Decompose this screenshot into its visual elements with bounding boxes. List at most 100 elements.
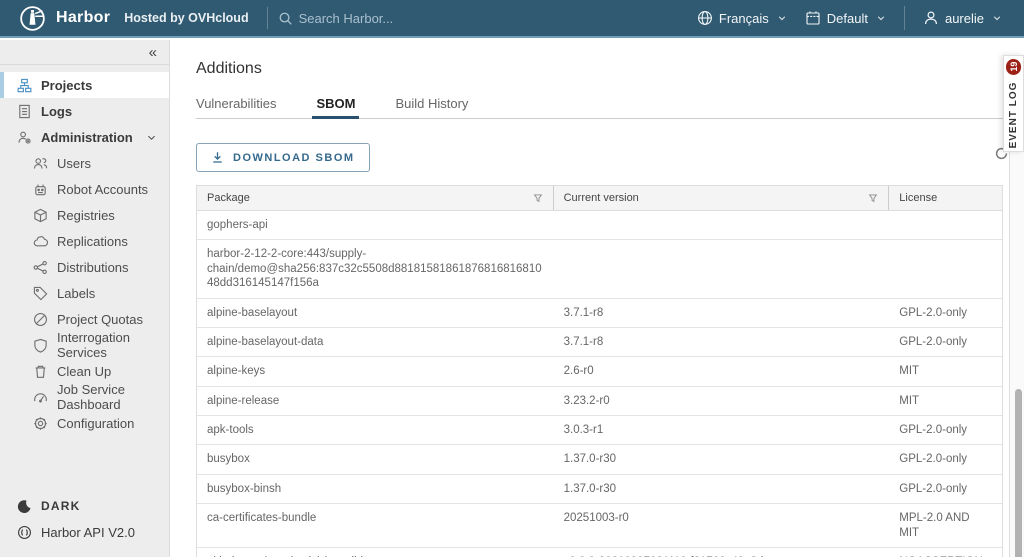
header-divider [904, 6, 905, 30]
sidebar-subitem[interactable]: Interrogation Services [0, 332, 169, 358]
sidebar-subitem-label: Replications [57, 234, 128, 249]
tag-icon [33, 286, 48, 301]
tab[interactable]: Vulnerabilities [196, 92, 276, 118]
chevron-down-icon [777, 13, 787, 23]
sidebar-subitem-label: Clean Up [57, 364, 111, 379]
table-body: gophers-api harbor-2-12-2-core:443/suppl… [197, 211, 1002, 557]
search-input[interactable] [299, 11, 519, 26]
license-cell: MPL-2.0 AND MIT [889, 504, 1002, 547]
global-search[interactable] [278, 11, 519, 26]
quota-icon [33, 312, 48, 327]
page-title: Additions [196, 60, 1024, 78]
users-icon [33, 156, 48, 171]
sidebar-subitem[interactable]: Distributions [0, 254, 169, 280]
theme-label: Default [827, 11, 868, 26]
language-selector[interactable]: Français [697, 10, 787, 26]
sidebar-item-projects[interactable]: Projects [0, 72, 169, 98]
sidebar-subitem[interactable]: Configuration [0, 410, 169, 436]
download-sbom-button[interactable]: DOWNLOAD SBOM [196, 143, 370, 172]
version-cell: 3.0.3-r1 [554, 416, 890, 444]
harbor-api-link[interactable]: Harbor API V2.0 [0, 519, 169, 545]
license-cell: MIT [889, 357, 1002, 385]
sidebar-subitem-label: Job Service Dashboard [57, 382, 169, 412]
license-cell [889, 211, 1002, 239]
sidebar-item-administration[interactable]: Administration [0, 124, 169, 150]
package-cell: alpine-keys [197, 357, 554, 385]
table-row[interactable]: gophers-api [197, 211, 1002, 240]
dark-mode-label: DARK [41, 499, 80, 513]
registry-icon [33, 208, 48, 223]
event-log-tab[interactable]: EVENT LOG 19 [1003, 55, 1024, 152]
version-cell: 3.7.1-r8 [554, 328, 890, 356]
event-log-label: EVENT LOG [1008, 82, 1019, 149]
column-header-license: License [889, 186, 1002, 210]
sidebar-subitem[interactable]: Labels [0, 280, 169, 306]
package-cell: github.com/asaskevich/govalidator [197, 548, 554, 557]
sidebar-subitem[interactable]: Project Quotas [0, 306, 169, 332]
search-icon [278, 11, 293, 26]
table-row[interactable]: alpine-baselayout 3.7.1-r8 GPL-2.0-only [197, 299, 1002, 328]
filter-icon[interactable] [533, 193, 543, 203]
robot-icon [33, 182, 48, 197]
table-row[interactable]: alpine-baselayout-data 3.7.1-r8 GPL-2.0-… [197, 328, 1002, 357]
dark-mode-toggle[interactable]: DARK [0, 493, 169, 519]
table-row[interactable]: busybox-binsh 1.37.0-r30 GPL-2.0-only [197, 475, 1002, 504]
license-cell [889, 240, 1002, 297]
version-cell: v0.0.0-20210307081110-f21760c49a8d [554, 548, 890, 557]
globe-icon [697, 10, 713, 26]
sidebar-subitem-label: Distributions [57, 260, 129, 275]
version-cell [554, 240, 890, 297]
sidebar-subitem-label: Labels [57, 286, 95, 301]
chevron-down-icon [876, 13, 886, 23]
sidebar: « Projects Logs Administration Users [0, 40, 170, 557]
column-header-package: Package [197, 186, 554, 210]
tab[interactable]: Build History [395, 92, 468, 118]
shield-icon [33, 338, 48, 353]
username-label: aurelie [945, 11, 984, 26]
sidebar-subitem-label: Robot Accounts [57, 182, 148, 197]
sidebar-subitem-label: Interrogation Services [57, 330, 169, 360]
table-row[interactable]: apk-tools 3.0.3-r1 GPL-2.0-only [197, 416, 1002, 445]
table-row[interactable]: ca-certificates-bundle 20251003-r0 MPL-2… [197, 504, 1002, 548]
filter-icon[interactable] [868, 193, 878, 203]
version-cell: 3.7.1-r8 [554, 299, 890, 327]
package-cell: busybox-binsh [197, 475, 554, 503]
administration-submenu: Users Robot Accounts Registries Replicat… [0, 150, 169, 436]
harbor-logo-icon [19, 5, 46, 32]
sidebar-subitem[interactable]: Robot Accounts [0, 176, 169, 202]
sidebar-item-logs[interactable]: Logs [0, 98, 169, 124]
collapse-sidebar-icon[interactable]: « [149, 45, 157, 60]
theme-selector[interactable]: Default [805, 10, 886, 26]
user-icon [923, 10, 939, 26]
main-content: Additions Vulnerabilities SBOM Build His… [170, 40, 1024, 557]
administrator-icon [17, 130, 32, 145]
table-row[interactable]: alpine-release 3.23.2-r0 MIT [197, 387, 1002, 416]
additions-tabs: Vulnerabilities SBOM Build History [196, 92, 1003, 119]
sidebar-subitem[interactable]: Users [0, 150, 169, 176]
vertical-scrollbar[interactable] [1015, 389, 1022, 557]
table-row[interactable]: busybox 1.37.0-r30 GPL-2.0-only [197, 445, 1002, 474]
sidebar-item-label: Administration [41, 130, 133, 145]
tab[interactable]: SBOM [316, 92, 355, 118]
sidebar-subitem-label: Users [57, 156, 91, 171]
sidebar-subitem-label: Configuration [57, 416, 134, 431]
sidebar-subitem[interactable]: Replications [0, 228, 169, 254]
table-row[interactable]: harbor-2-12-2-core:443/supply-chain/demo… [197, 240, 1002, 298]
sidebar-subitem[interactable]: Clean Up [0, 358, 169, 384]
user-menu[interactable]: aurelie [923, 10, 1002, 26]
gear-icon [33, 416, 48, 431]
sidebar-subitem-label: Registries [57, 208, 115, 223]
sidebar-subitem[interactable]: Registries [0, 202, 169, 228]
dashboard-icon [33, 390, 48, 405]
package-cell: apk-tools [197, 416, 554, 444]
version-cell: 2.6-r0 [554, 357, 890, 385]
package-cell: alpine-baselayout-data [197, 328, 554, 356]
table-row[interactable]: alpine-keys 2.6-r0 MIT [197, 357, 1002, 386]
right-rail [1009, 152, 1024, 557]
sidebar-subitem[interactable]: Job Service Dashboard [0, 384, 169, 410]
column-header-current-version: Current version [554, 186, 890, 210]
license-cell: GPL-2.0-only [889, 299, 1002, 327]
table-row[interactable]: github.com/asaskevich/govalidator v0.0.0… [197, 548, 1002, 557]
package-cell: busybox [197, 445, 554, 473]
trash-icon [33, 364, 48, 379]
